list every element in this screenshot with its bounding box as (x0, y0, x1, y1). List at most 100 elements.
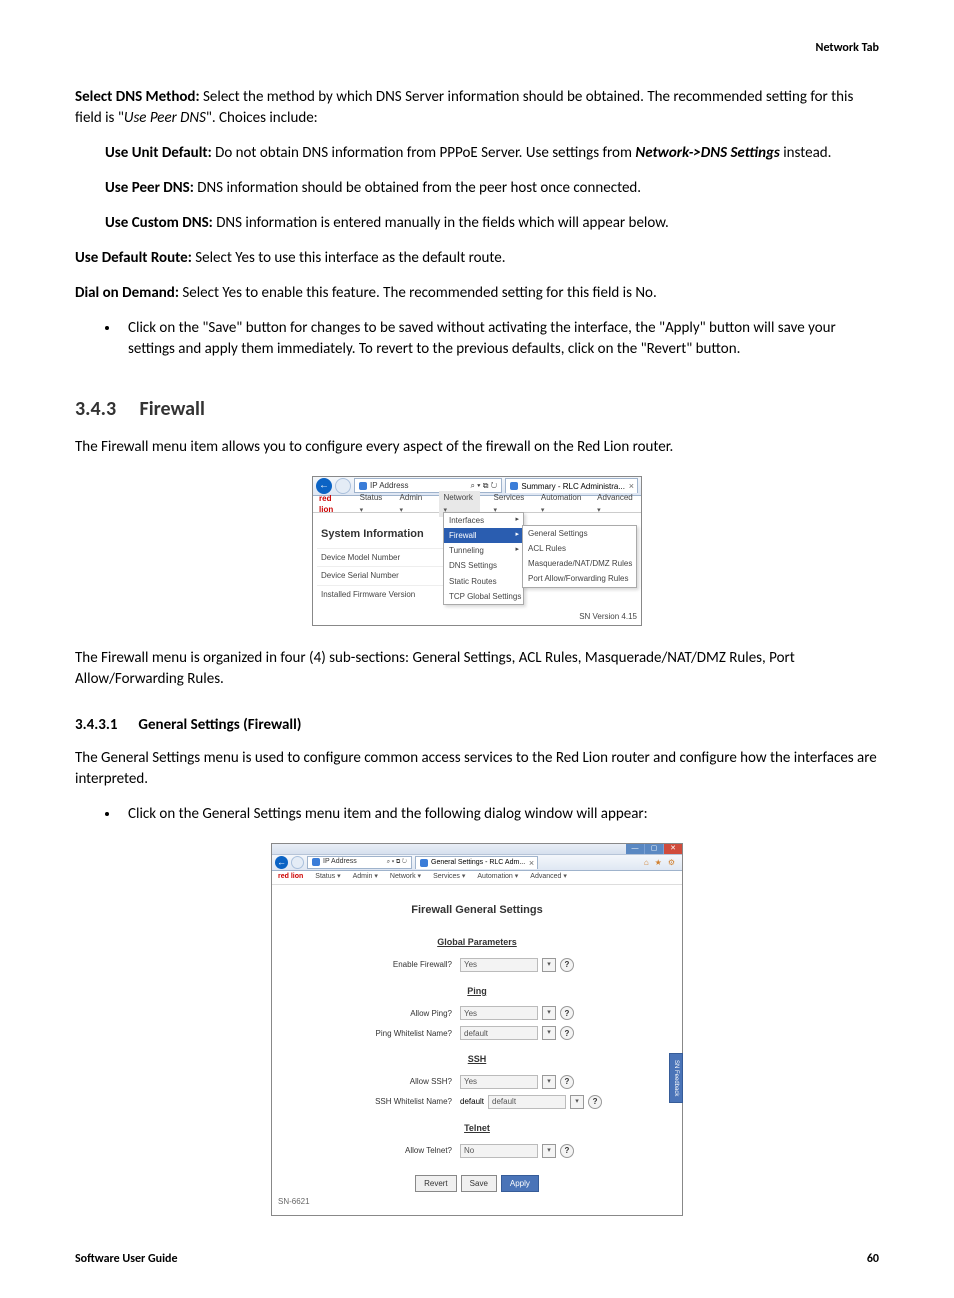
bullet-list-2: Click on the General Settings menu item … (75, 804, 879, 825)
revert-button[interactable]: Revert (415, 1175, 457, 1192)
screenshot-body: System Information Device Model Number D… (313, 513, 641, 625)
footer-page-number: 60 (867, 1251, 879, 1268)
model-label: SN-6621 (278, 1196, 310, 1207)
menu-network[interactable]: Network (390, 872, 421, 882)
field-select[interactable]: Yes (460, 958, 538, 972)
menu-status[interactable]: Status (315, 872, 340, 882)
help-icon[interactable]: ? (560, 958, 574, 972)
row-allow-ping: Allow Ping? Yes ▾ ? (272, 1003, 682, 1023)
address-text: IP Address (323, 857, 357, 867)
browser-tab[interactable]: Summary - RLC Administra... (505, 478, 638, 493)
feedback-tab[interactable]: SN Feedback (669, 1053, 683, 1103)
submenu-masquerade[interactable]: Masquerade/NAT/DMZ Rules (523, 556, 636, 571)
browser-extras: ⌂ ★ ⚙ (644, 857, 679, 868)
logo: red lion (278, 872, 303, 882)
section-heading-firewall: 3.4.3 Firewall (75, 395, 879, 423)
subsection-title: General Settings (Firewall) (138, 716, 301, 734)
submenu-acl-rules[interactable]: ACL Rules (523, 541, 636, 556)
minimize-icon[interactable]: — (626, 844, 644, 854)
help-icon[interactable]: ? (560, 1075, 574, 1089)
maximize-icon[interactable]: ▢ (644, 844, 664, 854)
lead: Select DNS Method: (75, 88, 203, 106)
save-button[interactable]: Save (461, 1175, 497, 1192)
section-num: 3.4.3 (75, 395, 135, 423)
bullet-save-apply: Click on the "Save" button for changes t… (120, 318, 879, 360)
lead: Dial on Demand: (75, 284, 182, 302)
field-select[interactable]: Yes (460, 1006, 538, 1020)
field-select[interactable]: Yes (460, 1075, 538, 1089)
row-ssh-whitelist: SSH Whitelist Name? default default ▾ ? (272, 1092, 682, 1112)
chevron-down-icon[interactable]: ▾ (542, 1006, 556, 1020)
back-icon[interactable]: ← (275, 856, 288, 869)
section-title: Firewall (140, 397, 205, 421)
para-firewall-intro: The Firewall menu item allows you to con… (75, 437, 879, 458)
address-bar[interactable]: IP Address ⌕ ▾ ⧉ ↻ (307, 856, 412, 869)
menu-automation[interactable]: Automation (477, 872, 518, 882)
field-select[interactable]: default (488, 1095, 566, 1109)
logo: red lion (319, 493, 346, 515)
back-icon[interactable]: ← (316, 478, 332, 494)
help-icon[interactable]: ? (560, 1006, 574, 1020)
submenu-static-routes[interactable]: Static Routes (444, 574, 523, 589)
opt-peer-dns: Use Peer DNS: DNS information should be … (105, 178, 879, 199)
window-buttons: — ▢ ✕ (626, 844, 682, 854)
submenu-interfaces[interactable]: Interfaces▸ (444, 513, 523, 528)
body: DNS information is entered manually in t… (216, 214, 669, 232)
forward-icon[interactable] (291, 856, 304, 869)
subsection-num: 3.4.3.1 (75, 715, 135, 736)
home-icon[interactable]: ⌂ (644, 857, 649, 868)
chevron-down-icon[interactable]: ▾ (570, 1095, 584, 1109)
submenu-tcp-global[interactable]: TCP Global Settings (444, 589, 523, 604)
chevron-down-icon[interactable]: ▾ (542, 1075, 556, 1089)
lead: Use Default Route: (75, 249, 195, 267)
favicon-icon (510, 482, 518, 490)
field-select[interactable]: default (460, 1096, 484, 1107)
forward-icon[interactable] (335, 478, 351, 494)
section-ping: Ping (272, 985, 682, 998)
screenshot-firewall-general-settings: — ▢ ✕ ← IP Address ⌕ ▾ ⧉ ↻ General Setti… (271, 843, 683, 1216)
body: Do not obtain DNS information from PPPoE… (215, 144, 635, 162)
field-label: Allow Telnet? (272, 1145, 456, 1156)
row-enable-firewall: Enable Firewall? Yes ▾ ? (272, 955, 682, 975)
field-select[interactable]: No (460, 1144, 538, 1158)
menu-admin[interactable]: Admin (353, 872, 378, 882)
star-icon[interactable]: ★ (655, 857, 662, 868)
firmware-version: SN Version 4.15 (579, 611, 637, 622)
field-select[interactable]: default (460, 1026, 538, 1040)
submenu-firewall[interactable]: Firewall▸ (444, 528, 523, 543)
field-label: Enable Firewall? (272, 959, 456, 970)
browser-tab[interactable]: General Settings - RLC Adm... (415, 856, 538, 869)
page-footer: Software User Guide 60 (75, 1251, 879, 1268)
bi: Network->DNS Settings (635, 144, 780, 162)
app-menubar: red lion Status Admin Network Services A… (313, 496, 641, 513)
chevron-down-icon[interactable]: ▾ (542, 958, 556, 972)
lead: Use Custom DNS: (105, 214, 216, 232)
network-submenu: Interfaces▸ Firewall▸ Tunneling▸ DNS Set… (443, 512, 524, 605)
submenu-dns[interactable]: DNS Settings (444, 558, 523, 573)
footer-left: Software User Guide (75, 1251, 178, 1268)
submenu-general-settings[interactable]: General Settings (523, 526, 636, 541)
help-icon[interactable]: ? (560, 1144, 574, 1158)
gear-icon[interactable]: ⚙ (668, 857, 675, 868)
apply-button[interactable]: Apply (501, 1175, 539, 1192)
help-icon[interactable]: ? (588, 1095, 602, 1109)
menu-services[interactable]: Services (433, 872, 465, 882)
screenshot-body: Firewall General Settings Global Paramet… (272, 903, 682, 1215)
row-allow-ssh: Allow SSH? Yes ▾ ? (272, 1072, 682, 1092)
app-menubar: red lion Status Admin Network Services A… (272, 871, 682, 885)
button-row: Revert Save Apply (272, 1175, 682, 1192)
body: Select Yes to enable this feature. The r… (182, 284, 656, 302)
close-icon[interactable]: ✕ (664, 844, 682, 854)
section-telnet: Telnet (272, 1122, 682, 1135)
help-icon[interactable]: ? (560, 1026, 574, 1040)
address-text: IP Address (370, 480, 409, 491)
row-allow-telnet: Allow Telnet? No ▾ ? (272, 1141, 682, 1161)
submenu-port-forwarding[interactable]: Port Allow/Forwarding Rules (523, 571, 636, 586)
tab-title: Summary - RLC Administra... (521, 481, 625, 492)
submenu-tunneling[interactable]: Tunneling▸ (444, 543, 523, 558)
para-general-settings-intro: The General Settings menu is used to con… (75, 748, 879, 790)
browser-toolbar: ← IP Address ⌕ ▾ ⧉ ↻ General Settings - … (272, 855, 682, 871)
chevron-down-icon[interactable]: ▾ (542, 1026, 556, 1040)
chevron-down-icon[interactable]: ▾ (542, 1144, 556, 1158)
menu-advanced[interactable]: Advanced (530, 872, 567, 882)
